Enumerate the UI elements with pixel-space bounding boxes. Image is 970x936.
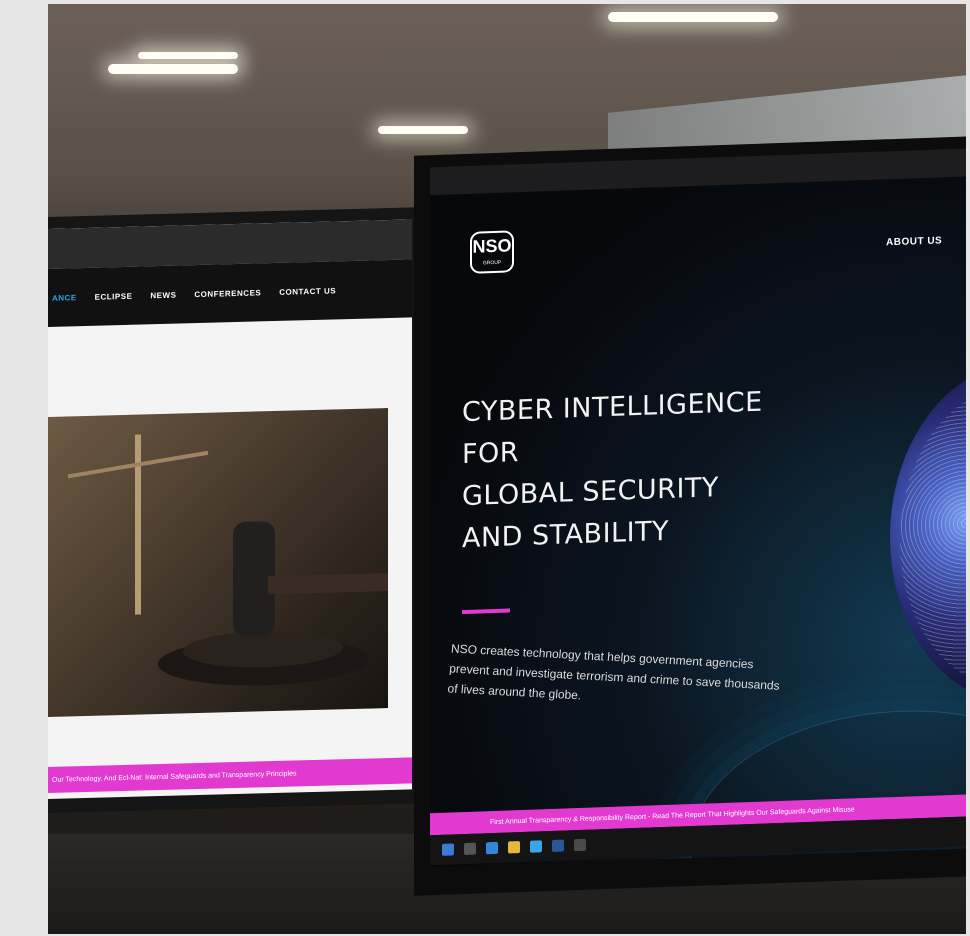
mail-icon[interactable]	[530, 840, 542, 853]
hero-headline: CYBER INTELLIGENCE FOR GLOBAL SECURITY A…	[462, 382, 763, 560]
nav-item-eclipse[interactable]: ECLIPSE	[95, 291, 133, 301]
nso-logo[interactable]: NSO GROUP	[470, 230, 514, 274]
gavel-illustration	[67, 434, 388, 686]
ceiling-light	[138, 52, 238, 59]
accent-underline	[462, 608, 510, 615]
nav-item-conferences[interactable]: CONFERENCES	[194, 288, 261, 299]
left-footer-banner[interactable]: Our Technology. And Ecl-Nat: Internal Sa…	[48, 757, 412, 793]
nav-item-contact[interactable]: CONTACT US	[279, 286, 336, 296]
nav-item-news[interactable]: NEWS	[150, 290, 176, 300]
app-icon[interactable]	[574, 838, 586, 852]
headline-line: FOR	[462, 437, 520, 471]
word-icon[interactable]	[552, 839, 564, 852]
windows-start-icon[interactable]	[442, 843, 454, 856]
right-monitor-screen: NSO GROUP ABOUT US CYBER INTELLIGENCE FO…	[430, 148, 966, 868]
ceiling-light	[608, 12, 778, 22]
office-photo: ANCE ECLIPSE NEWS CONFERENCES CONTACT US…	[48, 4, 966, 934]
logo-subtext: GROUP	[482, 259, 502, 267]
left-monitor: ANCE ECLIPSE NEWS CONFERENCES CONTACT US…	[48, 207, 426, 813]
ceiling-light	[378, 126, 468, 134]
folder-icon[interactable]	[508, 841, 520, 854]
headline-line: CYBER INTELLIGENCE	[462, 386, 763, 429]
left-monitor-screen: ANCE ECLIPSE NEWS CONFERENCES CONTACT US…	[48, 219, 412, 799]
right-monitor: NSO GROUP ABOUT US CYBER INTELLIGENCE FO…	[414, 136, 966, 896]
ceiling-light	[108, 64, 238, 74]
nav-about-us[interactable]: ABOUT US	[886, 235, 942, 248]
site-nav: ANCE ECLIPSE NEWS CONFERENCES CONTACT US	[48, 259, 412, 327]
headline-line: AND STABILITY	[462, 515, 670, 555]
edge-icon[interactable]	[486, 841, 498, 855]
nav-item[interactable]: ANCE	[52, 293, 77, 303]
headline-line: GLOBAL SECURITY	[462, 472, 719, 513]
search-icon[interactable]	[464, 842, 476, 856]
logo-text: NSO	[472, 235, 512, 257]
gavel-image	[48, 408, 388, 717]
hero-description: NSO creates technology that helps govern…	[447, 641, 781, 703]
browser-chrome	[430, 148, 966, 196]
